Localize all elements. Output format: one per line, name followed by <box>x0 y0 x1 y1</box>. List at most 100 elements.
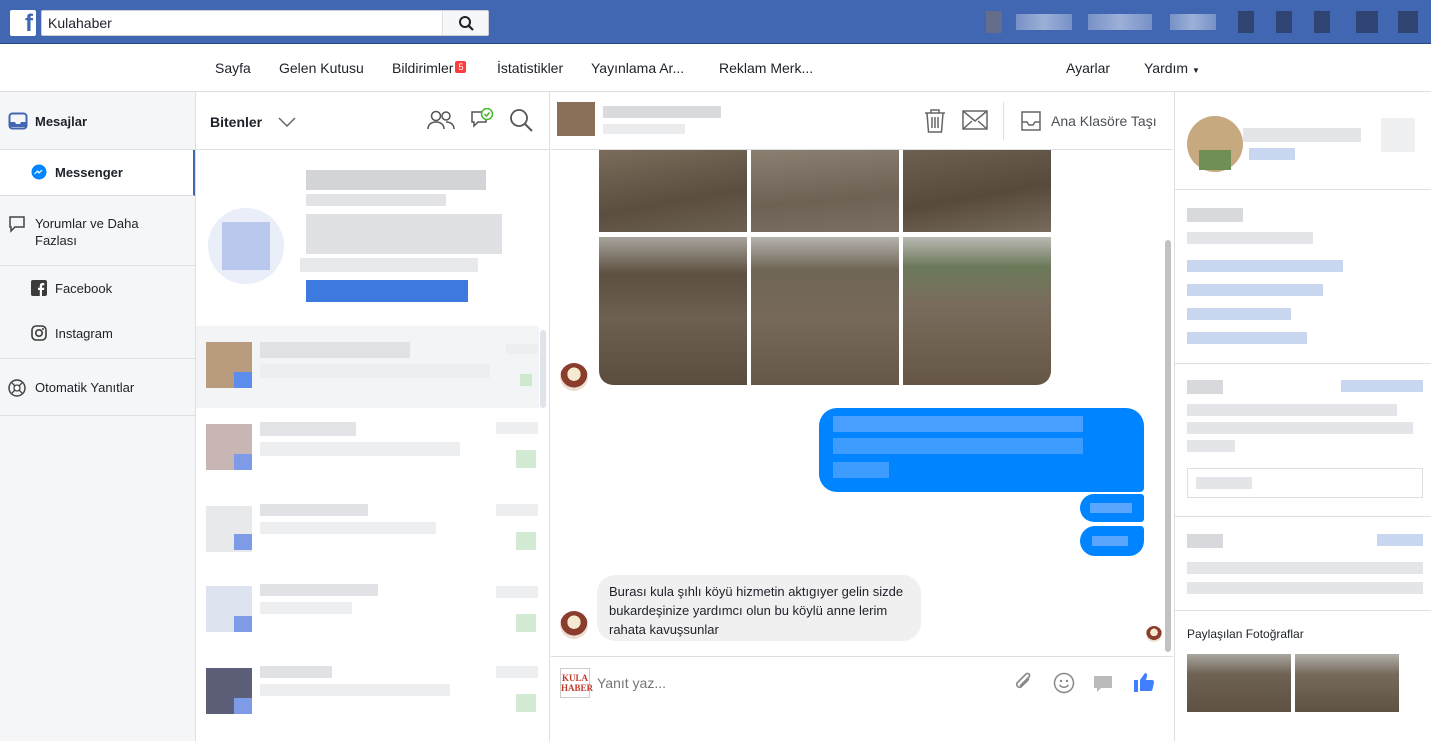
conversation-row[interactable] <box>196 490 539 572</box>
blurred-profile-name[interactable] <box>1016 14 1072 30</box>
nav-insights[interactable]: İstatistikler <box>497 60 563 76</box>
blurred-text <box>1187 582 1423 594</box>
blurred-link[interactable] <box>1187 332 1307 344</box>
blurred-link[interactable] <box>1187 260 1343 272</box>
blurred-badge <box>520 374 532 386</box>
reply-input[interactable] <box>597 671 897 695</box>
nav-inbox[interactable]: Gelen Kutusu <box>279 60 364 76</box>
blurred-link[interactable] <box>1187 284 1323 296</box>
automation-icon <box>8 379 26 397</box>
shared-photo[interactable] <box>599 237 747 385</box>
nav-sayfa[interactable]: Sayfa <box>215 60 251 76</box>
envelope-icon[interactable] <box>962 110 988 130</box>
emoji-icon[interactable] <box>1053 672 1075 694</box>
outgoing-message-bubble[interactable] <box>1080 494 1144 522</box>
blurred-link[interactable] <box>1187 308 1291 320</box>
sidebar-item-facebook[interactable]: Facebook <box>0 267 195 311</box>
blurred-action-button[interactable] <box>306 280 468 302</box>
divider <box>1175 363 1431 364</box>
nav-ad-center[interactable]: Reklam Merk... <box>719 60 813 76</box>
caret-down-icon: ▼ <box>1191 66 1200 75</box>
sidebar-item-auto-replies[interactable]: Otomatik Yanıtlar <box>0 360 195 416</box>
sidebar-item-messages[interactable]: Mesajlar <box>0 92 195 150</box>
search-input[interactable] <box>42 11 442 35</box>
blurred-link[interactable] <box>1341 380 1423 392</box>
outgoing-message-bubble[interactable] <box>819 408 1144 492</box>
sidebar-item-instagram[interactable]: Instagram <box>0 311 195 359</box>
avatar <box>234 616 252 632</box>
nav-help-label: Yardım <box>1144 60 1189 76</box>
blurred-contact-name[interactable] <box>603 106 721 118</box>
blurred-text <box>260 342 410 358</box>
nav-settings[interactable]: Ayarlar <box>1066 60 1110 76</box>
blurred-link[interactable] <box>1249 148 1295 160</box>
blurred-contact-name <box>1243 128 1361 142</box>
blurred-badge <box>516 532 536 550</box>
blurred-nav-link[interactable] <box>1170 14 1216 30</box>
conversation-row[interactable] <box>196 326 539 408</box>
scrollbar[interactable] <box>1165 240 1171 652</box>
filter-dropdown-label[interactable]: Bitenler <box>210 114 262 130</box>
sender-avatar[interactable] <box>560 363 588 391</box>
shared-photo-thumbnail[interactable] <box>1295 654 1399 712</box>
search-icon <box>459 16 474 31</box>
sender-avatar[interactable] <box>560 611 588 639</box>
messenger-icon <box>31 164 47 180</box>
shared-photo[interactable] <box>751 150 899 232</box>
outgoing-message-bubble[interactable] <box>1080 526 1144 556</box>
blurred-input[interactable] <box>1187 468 1423 498</box>
nav-help[interactable]: Yardım ▼ <box>1144 60 1200 76</box>
blurred-nav-icon[interactable] <box>1314 11 1330 33</box>
shared-photo-thumbnail[interactable] <box>1187 654 1291 712</box>
sidebar-item-messenger[interactable]: Messenger <box>0 150 195 196</box>
composer: KULA HABER <box>551 656 1173 708</box>
conversation-card-blurred[interactable] <box>196 150 539 326</box>
facebook-logo-icon[interactable]: f <box>10 10 36 37</box>
left-sidebar: Mesajlar Messenger Yorumlar ve Daha Fazl… <box>0 92 196 741</box>
shared-photo[interactable] <box>599 150 747 232</box>
shared-photo[interactable] <box>903 237 1051 385</box>
notification-badge: 5 <box>455 61 467 73</box>
trash-icon[interactable] <box>923 108 947 134</box>
blurred-heading <box>1187 380 1223 394</box>
blurred-text <box>496 422 538 434</box>
shared-photo[interactable] <box>903 150 1051 232</box>
blurred-text <box>1092 536 1128 546</box>
move-to-inbox-label: Ana Klasöre Taşı <box>1051 113 1157 129</box>
paperclip-icon[interactable] <box>1013 671 1035 695</box>
contact-avatar[interactable] <box>557 102 595 136</box>
blurred-text <box>833 438 1083 454</box>
blurred-avatar[interactable] <box>986 11 1002 33</box>
saved-reply-icon[interactable] <box>1093 675 1113 693</box>
nav-publishing-tools[interactable]: Yayınlama Ar... <box>591 60 684 76</box>
conversation-row[interactable] <box>196 572 539 654</box>
chat-panel: Ana Klasöre Taşı Burası kula şıhlı köyü … <box>551 92 1173 741</box>
divider <box>1003 102 1004 140</box>
blurred-text <box>496 666 538 678</box>
shared-photo[interactable] <box>751 237 899 385</box>
blurred-text <box>260 442 460 456</box>
blurred-text <box>306 170 486 190</box>
search-button[interactable] <box>442 11 488 35</box>
blurred-button[interactable] <box>1381 118 1415 152</box>
nav-notifications[interactable]: Bildirimler 5 <box>392 60 467 76</box>
chat-check-icon[interactable] <box>470 108 494 130</box>
blurred-nav-icon[interactable] <box>1238 11 1254 33</box>
blurred-nav-icon[interactable] <box>1356 11 1378 33</box>
blurred-text <box>496 586 538 598</box>
chevron-down-icon[interactable] <box>278 117 296 127</box>
search-icon[interactable] <box>508 107 534 133</box>
thumbs-up-icon[interactable] <box>1133 671 1155 693</box>
blurred-nav-icon[interactable] <box>1398 11 1418 33</box>
chat-header: Ana Klasöre Taşı <box>551 92 1173 150</box>
scrollbar[interactable] <box>540 330 546 408</box>
blurred-nav-link[interactable] <box>1088 14 1152 30</box>
sidebar-item-comments[interactable]: Yorumlar ve Daha Fazlası <box>0 196 195 266</box>
blurred-link[interactable] <box>1377 534 1423 546</box>
people-icon[interactable] <box>427 109 455 131</box>
incoming-message-bubble[interactable]: Burası kula şıhlı köyü hizmetin aktıgıye… <box>597 575 921 641</box>
page-nav: Sayfa Gelen Kutusu Bildirimler 5 İstatist… <box>0 44 1431 92</box>
conversation-row[interactable] <box>196 654 539 736</box>
blurred-nav-icon[interactable] <box>1276 11 1292 33</box>
conversation-row[interactable] <box>196 408 539 490</box>
